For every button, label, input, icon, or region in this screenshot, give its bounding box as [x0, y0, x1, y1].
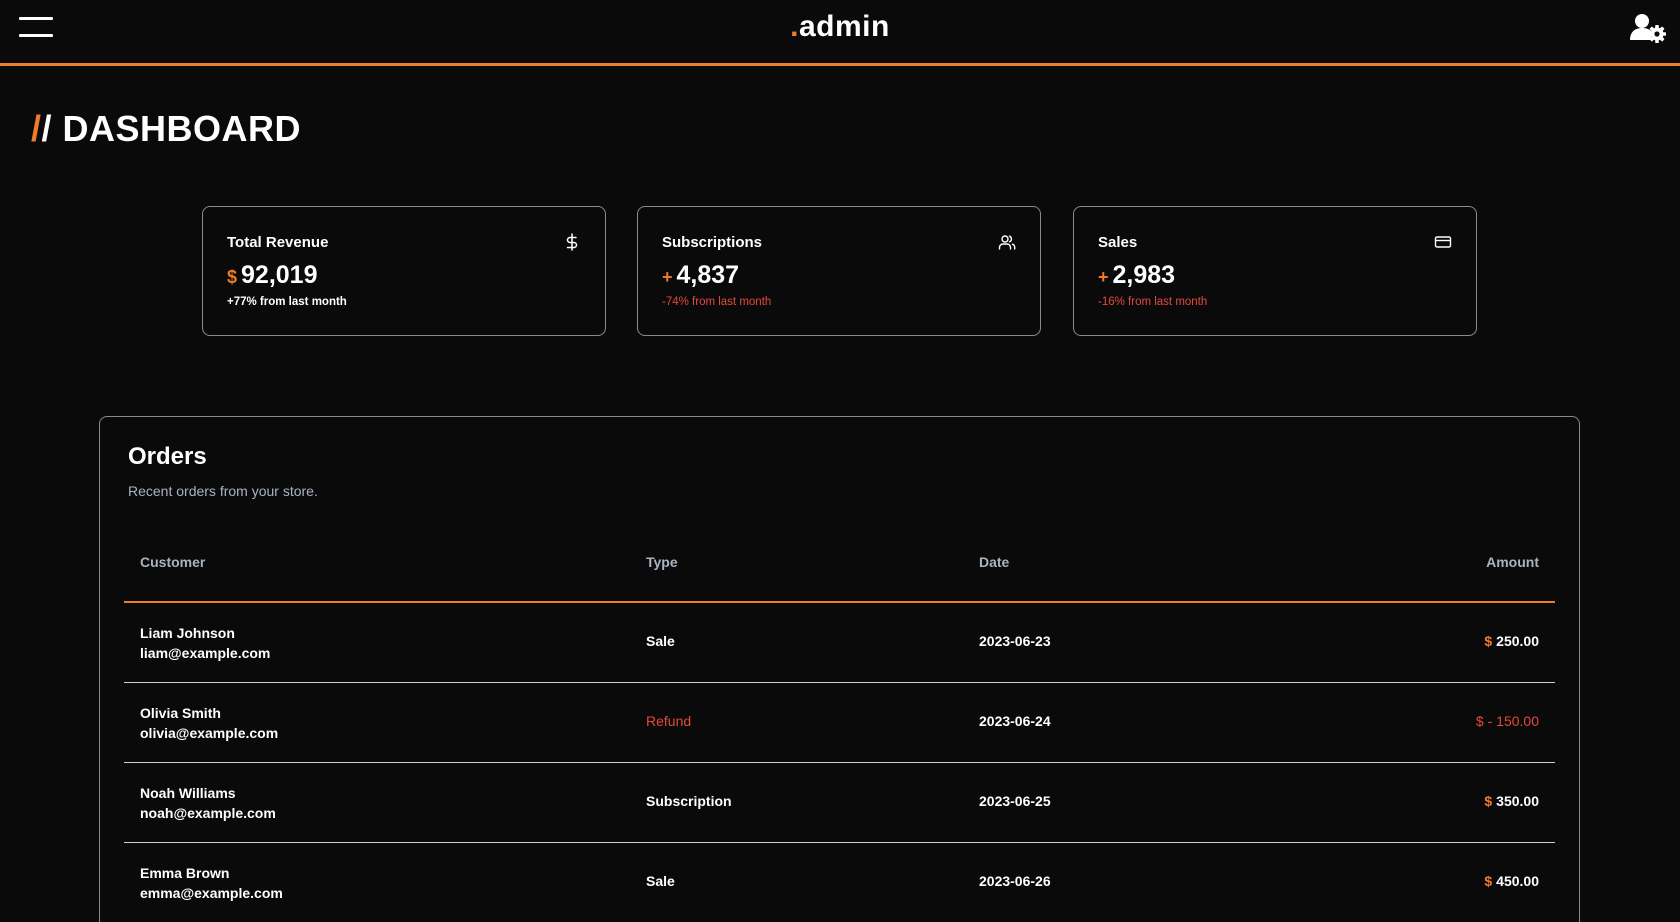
- stat-card-label: Sales: [1098, 234, 1138, 251]
- customer-cell: Emma Brown emma@example.com: [140, 863, 283, 903]
- customer-email: noah@example.com: [140, 805, 276, 821]
- column-header-date[interactable]: Date: [979, 554, 1009, 570]
- page-title: // DASHBOARD: [31, 108, 301, 150]
- stat-card-value: +2,983: [1098, 261, 1175, 290]
- customer-name: Liam Johnson: [140, 625, 235, 641]
- stat-card-change: -74% from last month: [662, 296, 772, 308]
- customer-name: Noah Williams: [140, 785, 236, 801]
- customer-cell: Liam Johnson liam@example.com: [140, 623, 270, 663]
- stat-card-label: Total Revenue: [227, 234, 329, 251]
- stat-card-value: $92,019: [227, 261, 317, 290]
- customer-cell: Olivia Smith olivia@example.com: [140, 703, 278, 743]
- customer-email: olivia@example.com: [140, 725, 279, 741]
- table-row[interactable]: Noah Williams noah@example.com Subscript…: [124, 763, 1555, 843]
- amount-value: 450.00: [1496, 873, 1539, 889]
- credit-card-icon: [1434, 233, 1452, 251]
- title-slash-accent: /: [31, 108, 42, 149]
- stat-card-value: +4,837: [662, 261, 739, 290]
- table-row[interactable]: Olivia Smith olivia@example.com Refund 2…: [124, 683, 1555, 763]
- stat-value-number: 2,983: [1112, 261, 1176, 289]
- orders-panel: Orders Recent orders from your store. Cu…: [99, 416, 1580, 922]
- order-type: Refund: [646, 713, 692, 729]
- column-header-customer[interactable]: Customer: [140, 554, 205, 570]
- orders-table: Customer Type Date Amount Liam Johnson l…: [124, 527, 1555, 922]
- currency-symbol: $: [1484, 873, 1493, 889]
- stat-card-change: +77% from last month: [227, 296, 347, 308]
- order-type: Subscription: [646, 793, 732, 809]
- brand-logo[interactable]: .admin: [0, 10, 1680, 44]
- order-date: 2023-06-24: [979, 713, 1051, 729]
- currency-symbol: $: [1475, 713, 1484, 729]
- stat-value-number: 92,019: [241, 261, 318, 289]
- orders-title: Orders: [128, 443, 207, 470]
- stat-value-prefix: +: [662, 267, 673, 287]
- order-date: 2023-06-23: [979, 633, 1051, 649]
- order-amount: $250.00: [1484, 633, 1539, 649]
- page-title-text: DASHBOARD: [62, 108, 302, 149]
- table-row[interactable]: Liam Johnson liam@example.com Sale 2023-…: [124, 603, 1555, 683]
- stat-value-number: 4,837: [676, 261, 740, 289]
- user-settings-icon[interactable]: [1630, 12, 1666, 44]
- order-type: Sale: [646, 633, 675, 649]
- stat-value-prefix: $: [227, 267, 238, 287]
- order-amount: $ - 150.00: [1476, 713, 1539, 729]
- customer-email: liam@example.com: [140, 645, 271, 661]
- title-slash: /: [41, 108, 53, 149]
- amount-value: 250.00: [1496, 633, 1539, 649]
- amount-value: 350.00: [1496, 793, 1539, 809]
- top-navigation-bar: .admin: [0, 0, 1680, 66]
- customer-email: emma@example.com: [140, 885, 283, 901]
- stat-value-prefix: +: [1098, 267, 1109, 287]
- stat-card-change: -16% from last month: [1098, 296, 1208, 308]
- customer-cell: Noah Williams noah@example.com: [140, 783, 276, 823]
- dollar-icon: [563, 233, 581, 251]
- order-amount: $350.00: [1484, 793, 1539, 809]
- currency-symbol: $: [1484, 793, 1493, 809]
- customer-name: Olivia Smith: [140, 705, 221, 721]
- brand-dot: .: [790, 10, 799, 43]
- table-row[interactable]: Emma Brown emma@example.com Sale 2023-06…: [124, 843, 1555, 922]
- brand-name: admin: [798, 10, 890, 43]
- column-header-type[interactable]: Type: [646, 554, 678, 570]
- currency-symbol: $: [1484, 633, 1493, 649]
- column-header-amount[interactable]: Amount: [1486, 554, 1539, 570]
- order-type: Sale: [646, 873, 675, 889]
- orders-table-header: Customer Type Date Amount: [124, 527, 1555, 603]
- stat-card-total-revenue: Total Revenue $92,019 +77% from last mon…: [202, 206, 606, 336]
- order-amount: $450.00: [1484, 873, 1539, 889]
- users-icon: [998, 233, 1016, 251]
- order-date: 2023-06-25: [979, 793, 1051, 809]
- stat-card-subscriptions: Subscriptions +4,837 -74% from last mont…: [637, 206, 1041, 336]
- order-date: 2023-06-26: [979, 873, 1051, 889]
- stat-card-sales: Sales +2,983 -16% from last month: [1073, 206, 1477, 336]
- stat-card-label: Subscriptions: [662, 234, 763, 251]
- orders-subtitle: Recent orders from your store.: [128, 483, 318, 499]
- amount-value: - 150.00: [1487, 713, 1539, 729]
- customer-name: Emma Brown: [140, 865, 230, 881]
